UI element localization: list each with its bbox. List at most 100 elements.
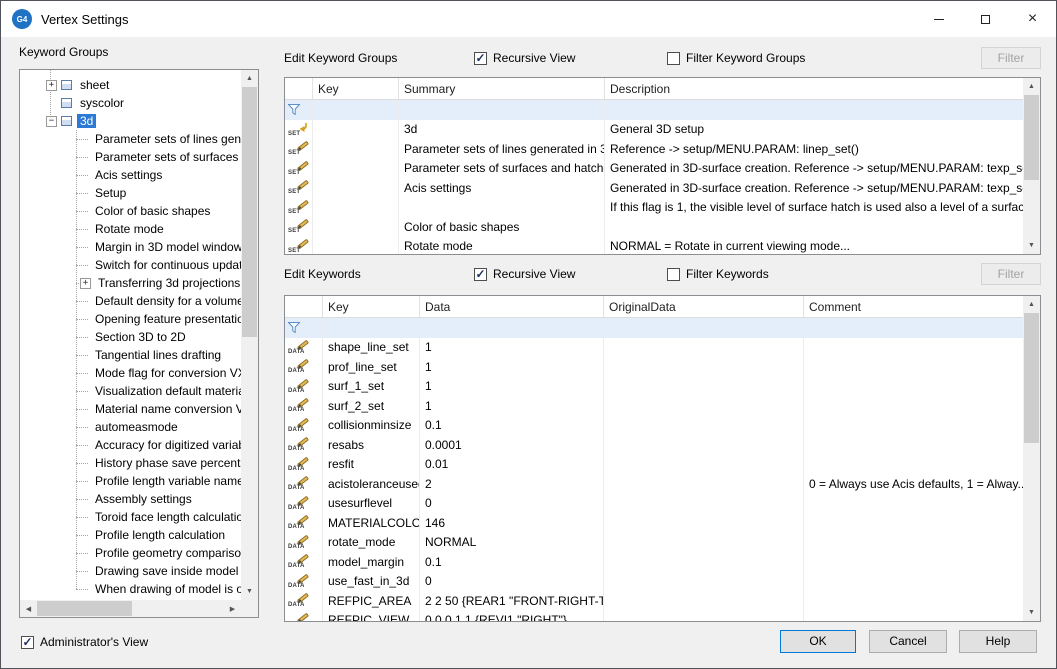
table-row[interactable]: DATAsurf_2_set1 <box>285 396 1023 416</box>
scrollbar-thumb[interactable] <box>1024 313 1039 443</box>
table-row[interactable]: DATAusesurflevel0 <box>285 494 1023 514</box>
table-row[interactable]: DATAresabs0.0001 <box>285 435 1023 455</box>
table-row[interactable]: DATAsurf_1_set1 <box>285 377 1023 397</box>
tree-item[interactable]: Acis settings <box>20 166 241 184</box>
table-row[interactable]: DATAMATERIALCOLOR146 <box>285 513 1023 533</box>
tree-item[interactable]: automeasmode <box>20 418 241 436</box>
filter-keyword-groups-checkbox[interactable]: Filter Keyword Groups <box>667 47 805 69</box>
cancel-button[interactable]: Cancel <box>869 630 947 653</box>
expand-icon[interactable]: + <box>46 80 57 91</box>
table-row[interactable]: SETParameter sets of surfaces and hatche… <box>285 159 1023 179</box>
tree-item[interactable]: When drawing of model is open <box>20 580 241 598</box>
tree-item[interactable]: Visualization default material <box>20 382 241 400</box>
scroll-up-button[interactable]: ▲ <box>1023 296 1040 313</box>
scrollbar-thumb[interactable] <box>37 601 132 616</box>
tree-item[interactable]: Opening feature presentation in <box>20 310 241 328</box>
filter-row[interactable] <box>285 318 1023 338</box>
table-row[interactable]: DATAmodel_margin0.1 <box>285 552 1023 572</box>
filter-keywords-checkbox[interactable]: Filter Keywords <box>667 263 769 285</box>
tree-item[interactable]: +sheet <box>20 76 241 94</box>
administrators-view-checkbox[interactable]: ✓ Administrator's View <box>21 631 148 653</box>
tree-item[interactable]: Accuracy for digitized variable v <box>20 436 241 454</box>
tree-item[interactable]: Profile length variable name <box>20 472 241 490</box>
scroll-down-button[interactable]: ▼ <box>1023 237 1040 254</box>
tree-item[interactable]: Material name conversion VX - : <box>20 400 241 418</box>
tree-item[interactable]: Rotate mode <box>20 220 241 238</box>
help-button[interactable]: Help <box>959 630 1037 653</box>
table-row[interactable]: DATArotate_modeNORMAL <box>285 533 1023 553</box>
recursive-view-keywords-checkbox[interactable]: ✓ Recursive View <box>474 263 575 285</box>
table-row[interactable]: SET3dGeneral 3D setup <box>285 120 1023 140</box>
column-header-description[interactable]: Description <box>605 78 1023 99</box>
tree-item[interactable]: Profile geometry comparison dc <box>20 544 241 562</box>
table-row[interactable]: DATAprof_line_set1 <box>285 357 1023 377</box>
tree-item[interactable]: Parameter sets of surfaces and h <box>20 148 241 166</box>
tree-item[interactable]: Margin in 3D model window <box>20 238 241 256</box>
tree-item[interactable]: History phase save percentage <box>20 454 241 472</box>
tree-item[interactable]: Drawing save inside model poss <box>20 562 241 580</box>
minimize-button[interactable] <box>915 1 962 37</box>
scroll-down-button[interactable]: ▼ <box>1023 604 1040 621</box>
tree-item[interactable]: Switch for continuous updating <box>20 256 241 274</box>
tree-item[interactable]: Color of basic shapes <box>20 202 241 220</box>
filter-keywords-button[interactable]: Filter <box>981 263 1041 285</box>
table-row[interactable]: DATAshape_line_set1 <box>285 338 1023 358</box>
table-row[interactable]: SETRotate modeNORMAL = Rotate in current… <box>285 237 1023 255</box>
tree-item[interactable]: Tangential lines drafting <box>20 346 241 364</box>
keywords-grid-scrollbar[interactable]: ▲ ▼ <box>1023 296 1040 621</box>
column-header-key[interactable]: Key <box>313 78 399 99</box>
groups-grid-scrollbar[interactable]: ▲ ▼ <box>1023 78 1040 254</box>
table-row[interactable]: DATAREFPIC_VIEW0 0 0 1 1 {REVI1 "RIGHT"}… <box>285 611 1023 622</box>
cell-data: 0.0001 <box>420 435 604 455</box>
tree-item[interactable]: Toroid face length calculation <box>20 508 241 526</box>
column-header-summary[interactable]: Summary <box>399 78 605 99</box>
table-row[interactable]: DATAREFPIC_AREA2 2 50 {REAR1 "FRONT-RIGH… <box>285 591 1023 611</box>
tree-item[interactable]: Profile length calculation <box>20 526 241 544</box>
scroll-up-button[interactable]: ▲ <box>1023 78 1040 95</box>
scrollbar-thumb[interactable] <box>1024 95 1039 180</box>
scroll-down-button[interactable]: ▼ <box>241 583 258 600</box>
tree-item[interactable]: −3d <box>20 112 241 130</box>
ok-button[interactable]: OK <box>780 630 856 653</box>
tree-item[interactable]: +Transferring 3d projections to 2c <box>20 274 241 292</box>
cell-data <box>420 318 604 338</box>
tree-horizontal-scrollbar[interactable]: ◀ ▶ <box>20 600 241 617</box>
scrollbar-thumb[interactable] <box>242 87 257 337</box>
tree-item[interactable]: Assembly settings <box>20 490 241 508</box>
filter-groups-button[interactable]: Filter <box>981 47 1041 69</box>
column-header-key[interactable]: Key <box>323 296 420 317</box>
column-header-originaldata[interactable]: OriginalData <box>604 296 804 317</box>
table-row[interactable]: SETAcis settingsGenerated in 3D-surface … <box>285 178 1023 198</box>
row-icon-cell: SET <box>285 237 313 255</box>
tree-vertical-scrollbar[interactable]: ▲ ▼ <box>241 70 258 600</box>
close-button[interactable]: × <box>1009 1 1056 37</box>
grid-body: SET3dGeneral 3D setupSETParameter sets o… <box>285 100 1023 254</box>
tree-item[interactable]: Default density for a volume (ste <box>20 292 241 310</box>
table-row[interactable]: SETIf this flag is 1, the visible level … <box>285 198 1023 218</box>
scroll-up-button[interactable]: ▲ <box>241 70 258 87</box>
tree-item[interactable]: Parameter sets of lines generate <box>20 130 241 148</box>
row-icon-cell: SET <box>285 178 313 198</box>
cell-data: 1 <box>420 377 604 397</box>
cell-key: collisionminsize <box>323 416 420 436</box>
column-header-data[interactable]: Data <box>420 296 604 317</box>
column-header-comment[interactable]: Comment <box>804 296 1023 317</box>
scroll-right-button[interactable]: ▶ <box>224 600 241 617</box>
table-row[interactable]: DATAresfit0.01 <box>285 455 1023 475</box>
table-row[interactable]: DATAacistoleranceused20 = Always use Aci… <box>285 474 1023 494</box>
table-row[interactable]: DATAcollisionminsize0.1 <box>285 416 1023 436</box>
tree-item[interactable]: Setup <box>20 184 241 202</box>
tree-item[interactable]: syscolor <box>20 94 241 112</box>
maximize-button[interactable] <box>962 1 1009 37</box>
table-row[interactable]: SETParameter sets of lines generated in … <box>285 139 1023 159</box>
expand-icon[interactable]: + <box>80 278 91 289</box>
tree-item[interactable]: Section 3D to 2D <box>20 328 241 346</box>
recursive-view-groups-checkbox[interactable]: ✓ Recursive View <box>474 47 575 69</box>
tree-item-label: Material name conversion VX - : <box>92 402 241 416</box>
table-row[interactable]: DATAuse_fast_in_3d0 <box>285 572 1023 592</box>
scroll-left-button[interactable]: ◀ <box>20 600 37 617</box>
filter-row[interactable] <box>285 100 1023 120</box>
table-row[interactable]: SETColor of basic shapes <box>285 217 1023 237</box>
collapse-icon[interactable]: − <box>46 116 57 127</box>
tree-item[interactable]: Mode flag for conversion VX - 3 <box>20 364 241 382</box>
